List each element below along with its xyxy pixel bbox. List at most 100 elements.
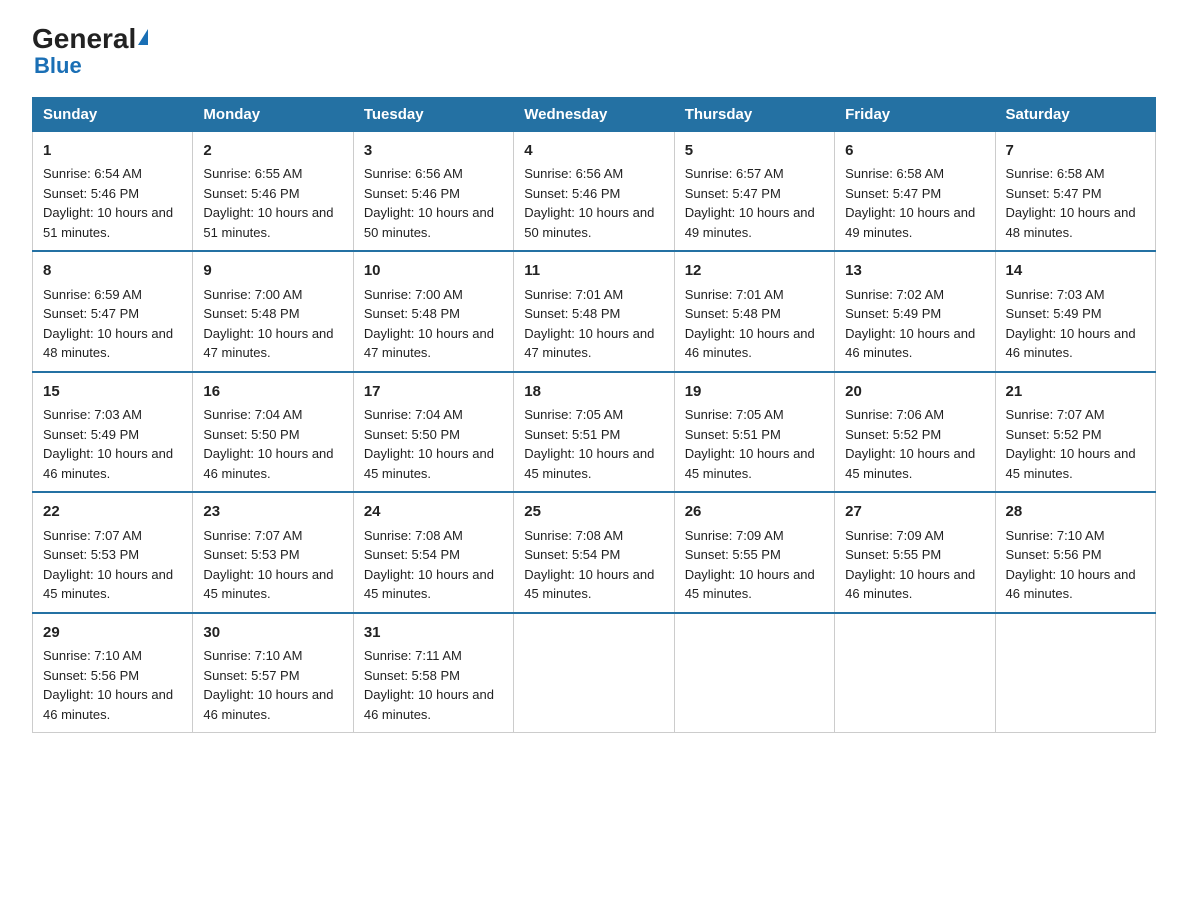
daylight-text: Daylight: 10 hours and 51 minutes. xyxy=(203,205,333,240)
calendar-cell: 23Sunrise: 7:07 AMSunset: 5:53 PMDayligh… xyxy=(193,492,353,613)
sunrise-text: Sunrise: 7:10 AM xyxy=(1006,528,1105,543)
daylight-text: Daylight: 10 hours and 48 minutes. xyxy=(43,326,173,361)
daylight-text: Daylight: 10 hours and 46 minutes. xyxy=(685,326,815,361)
sunset-text: Sunset: 5:49 PM xyxy=(43,427,139,442)
calendar-cell: 31Sunrise: 7:11 AMSunset: 5:58 PMDayligh… xyxy=(353,613,513,733)
calendar-cell: 8Sunrise: 6:59 AMSunset: 5:47 PMDaylight… xyxy=(33,251,193,372)
daylight-text: Daylight: 10 hours and 45 minutes. xyxy=(364,446,494,481)
daylight-text: Daylight: 10 hours and 46 minutes. xyxy=(1006,326,1136,361)
day-number: 19 xyxy=(685,381,824,404)
sunrise-text: Sunrise: 6:58 AM xyxy=(1006,166,1105,181)
sunset-text: Sunset: 5:48 PM xyxy=(685,306,781,321)
calendar-cell: 28Sunrise: 7:10 AMSunset: 5:56 PMDayligh… xyxy=(995,492,1155,613)
day-number: 17 xyxy=(364,381,503,404)
sunrise-text: Sunrise: 7:02 AM xyxy=(845,287,944,302)
sunrise-text: Sunrise: 7:05 AM xyxy=(685,407,784,422)
header-day-sunday: Sunday xyxy=(33,97,193,131)
sunset-text: Sunset: 5:47 PM xyxy=(845,186,941,201)
day-number: 26 xyxy=(685,501,824,524)
daylight-text: Daylight: 10 hours and 47 minutes. xyxy=(364,326,494,361)
day-number: 11 xyxy=(524,260,663,283)
daylight-text: Daylight: 10 hours and 46 minutes. xyxy=(43,687,173,722)
sunrise-text: Sunrise: 7:11 AM xyxy=(364,648,462,663)
sunset-text: Sunset: 5:47 PM xyxy=(685,186,781,201)
header-day-monday: Monday xyxy=(193,97,353,131)
sunset-text: Sunset: 5:57 PM xyxy=(203,668,299,683)
sunrise-text: Sunrise: 6:58 AM xyxy=(845,166,944,181)
sunset-text: Sunset: 5:46 PM xyxy=(203,186,299,201)
day-number: 5 xyxy=(685,140,824,163)
calendar-cell xyxy=(674,613,834,733)
calendar-cell: 20Sunrise: 7:06 AMSunset: 5:52 PMDayligh… xyxy=(835,372,995,493)
day-number: 15 xyxy=(43,381,182,404)
sunset-text: Sunset: 5:52 PM xyxy=(1006,427,1102,442)
sunset-text: Sunset: 5:56 PM xyxy=(1006,547,1102,562)
day-number: 29 xyxy=(43,622,182,645)
calendar-cell: 30Sunrise: 7:10 AMSunset: 5:57 PMDayligh… xyxy=(193,613,353,733)
daylight-text: Daylight: 10 hours and 51 minutes. xyxy=(43,205,173,240)
sunrise-text: Sunrise: 7:04 AM xyxy=(364,407,463,422)
daylight-text: Daylight: 10 hours and 45 minutes. xyxy=(1006,446,1136,481)
sunrise-text: Sunrise: 7:10 AM xyxy=(203,648,302,663)
daylight-text: Daylight: 10 hours and 46 minutes. xyxy=(203,446,333,481)
week-row-3: 15 Sunrise: 7:03 AM Sunset: 5:49 PM Dayligh… xyxy=(33,372,1156,493)
sunrise-text: Sunrise: 7:00 AM xyxy=(364,287,463,302)
calendar-cell: 10Sunrise: 7:00 AMSunset: 5:48 PMDayligh… xyxy=(353,251,513,372)
day-number: 16 xyxy=(203,381,342,404)
week-row-4: 22 Sunrise: 7:07 AM Sunset: 5:53 PM Dayligh… xyxy=(33,492,1156,613)
sunset-text: Sunset: 5:50 PM xyxy=(364,427,460,442)
day-number: 2 xyxy=(203,140,342,163)
daylight-text: Daylight: 10 hours and 49 minutes. xyxy=(845,205,975,240)
week-row-5: 29Sunrise: 7:10 AMSunset: 5:56 PMDayligh… xyxy=(33,613,1156,733)
day-number: 13 xyxy=(845,260,984,283)
daylight-text: Daylight: 10 hours and 46 minutes. xyxy=(845,567,975,602)
calendar-cell xyxy=(514,613,674,733)
calendar-cell: 21 Sunrise: 7:07 AM Sunset: 5:52 PM Dayligh… xyxy=(995,372,1155,493)
calendar-cell: 25Sunrise: 7:08 AMSunset: 5:54 PMDayligh… xyxy=(514,492,674,613)
sunrise-text: Sunrise: 7:09 AM xyxy=(845,528,944,543)
sunset-text: Sunset: 5:48 PM xyxy=(524,306,620,321)
header-day-friday: Friday xyxy=(835,97,995,131)
day-number: 27 xyxy=(845,501,984,524)
sunset-text: Sunset: 5:54 PM xyxy=(364,547,460,562)
day-number: 1 xyxy=(43,140,182,163)
day-number: 4 xyxy=(524,140,663,163)
calendar-cell: 29Sunrise: 7:10 AMSunset: 5:56 PMDayligh… xyxy=(33,613,193,733)
day-number: 22 xyxy=(43,501,182,524)
calendar-cell: 12Sunrise: 7:01 AMSunset: 5:48 PMDayligh… xyxy=(674,251,834,372)
day-number: 21 xyxy=(1006,381,1145,404)
sunset-text: Sunset: 5:50 PM xyxy=(203,427,299,442)
logo-blue-text: Blue xyxy=(34,53,82,79)
sunrise-text: Sunrise: 7:06 AM xyxy=(845,407,944,422)
daylight-text: Daylight: 10 hours and 45 minutes. xyxy=(685,567,815,602)
daylight-text: Daylight: 10 hours and 45 minutes. xyxy=(43,567,173,602)
sunrise-text: Sunrise: 7:03 AM xyxy=(1006,287,1105,302)
calendar-cell: 14Sunrise: 7:03 AMSunset: 5:49 PMDayligh… xyxy=(995,251,1155,372)
day-number: 3 xyxy=(364,140,503,163)
header-row: SundayMondayTuesdayWednesdayThursdayFrid… xyxy=(33,97,1156,131)
header-day-saturday: Saturday xyxy=(995,97,1155,131)
daylight-text: Daylight: 10 hours and 46 minutes. xyxy=(43,446,173,481)
sunset-text: Sunset: 5:47 PM xyxy=(1006,186,1102,201)
sunset-text: Sunset: 5:53 PM xyxy=(203,547,299,562)
sunset-text: Sunset: 5:55 PM xyxy=(685,547,781,562)
sunrise-text: Sunrise: 6:57 AM xyxy=(685,166,784,181)
week-row-1: 1Sunrise: 6:54 AMSunset: 5:46 PMDaylight… xyxy=(33,131,1156,251)
daylight-text: Daylight: 10 hours and 45 minutes. xyxy=(524,567,654,602)
logo: General Blue xyxy=(32,24,148,79)
sunset-text: Sunset: 5:51 PM xyxy=(685,427,781,442)
calendar-cell: 26Sunrise: 7:09 AMSunset: 5:55 PMDayligh… xyxy=(674,492,834,613)
calendar-cell: 13Sunrise: 7:02 AMSunset: 5:49 PMDayligh… xyxy=(835,251,995,372)
calendar-cell: 7Sunrise: 6:58 AMSunset: 5:47 PMDaylight… xyxy=(995,131,1155,251)
daylight-text: Daylight: 10 hours and 48 minutes. xyxy=(1006,205,1136,240)
sunrise-text: Sunrise: 7:07 AM xyxy=(43,528,142,543)
sunset-text: Sunset: 5:55 PM xyxy=(845,547,941,562)
calendar-cell: 17 Sunrise: 7:04 AM Sunset: 5:50 PM Dayligh… xyxy=(353,372,513,493)
sunrise-text: Sunrise: 7:07 AM xyxy=(1006,407,1105,422)
day-number: 18 xyxy=(524,381,663,404)
sunrise-text: Sunrise: 7:03 AM xyxy=(43,407,142,422)
sunset-text: Sunset: 5:52 PM xyxy=(845,427,941,442)
calendar-cell: 2Sunrise: 6:55 AMSunset: 5:46 PMDaylight… xyxy=(193,131,353,251)
calendar-cell: 6Sunrise: 6:58 AMSunset: 5:47 PMDaylight… xyxy=(835,131,995,251)
day-number: 28 xyxy=(1006,501,1145,524)
